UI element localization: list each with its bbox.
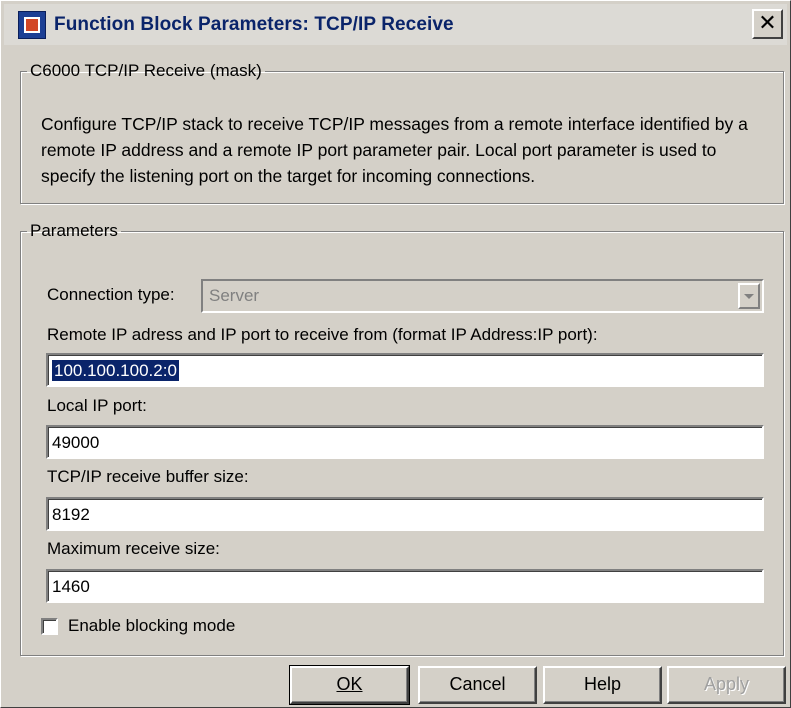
help-button-label: Help xyxy=(583,674,622,694)
blocking-mode-label: Enable blocking mode xyxy=(68,616,236,635)
local-port-field[interactable]: 49000 xyxy=(46,425,764,459)
close-button[interactable]: ✕ xyxy=(752,9,783,39)
window-title: Function Block Parameters: TCP/IP Receiv… xyxy=(54,13,454,35)
apply-button[interactable]: Apply xyxy=(667,666,786,704)
remote-ip-field[interactable]: 100.100.100.2:0 xyxy=(46,353,764,387)
apply-button-label: Apply xyxy=(703,674,750,694)
ok-button-label: OK xyxy=(336,674,363,694)
local-port-value: 49000 xyxy=(52,433,100,452)
mask-legend: C6000 TCP/IP Receive (mask) xyxy=(30,61,262,80)
max-receive-label: Maximum receive size: xyxy=(47,539,220,558)
max-receive-field[interactable]: 1460 xyxy=(46,569,764,603)
local-port-label: Local IP port: xyxy=(47,396,147,415)
mask-description-group: C6000 TCP/IP Receive (mask) Configure TC… xyxy=(20,61,784,204)
blocking-mode-row[interactable]: Enable blocking mode xyxy=(41,616,235,636)
max-receive-value: 1460 xyxy=(52,577,90,596)
close-icon: ✕ xyxy=(758,10,777,35)
connection-type-label: Connection type: xyxy=(47,285,175,304)
buffer-size-value: 8192 xyxy=(52,505,90,524)
help-button[interactable]: Help xyxy=(543,666,662,704)
ok-button[interactable]: OK xyxy=(289,665,410,705)
cancel-button-label: Cancel xyxy=(449,674,506,694)
connection-type-value: Server xyxy=(209,286,260,305)
parameters-legend: Parameters xyxy=(30,221,118,240)
connection-type-select[interactable]: Server xyxy=(201,279,764,313)
buffer-size-label: TCP/IP receive buffer size: xyxy=(47,467,249,486)
parameters-group: Parameters Connection type: Server Remot… xyxy=(20,221,784,656)
buffer-size-field[interactable]: 8192 xyxy=(46,497,764,531)
dialog-window: Function Block Parameters: TCP/IP Receiv… xyxy=(0,0,791,708)
simulink-block-icon xyxy=(18,10,46,39)
cancel-button[interactable]: Cancel xyxy=(418,666,537,704)
title-bar[interactable]: Function Block Parameters: TCP/IP Receiv… xyxy=(4,4,787,45)
chevron-down-icon[interactable] xyxy=(738,283,760,309)
mask-description: Configure TCP/IP stack to receive TCP/IP… xyxy=(41,114,748,186)
remote-ip-value: 100.100.100.2:0 xyxy=(52,360,179,381)
blocking-mode-checkbox[interactable] xyxy=(41,617,58,635)
remote-ip-label: Remote IP adress and IP port to receive … xyxy=(47,325,598,344)
